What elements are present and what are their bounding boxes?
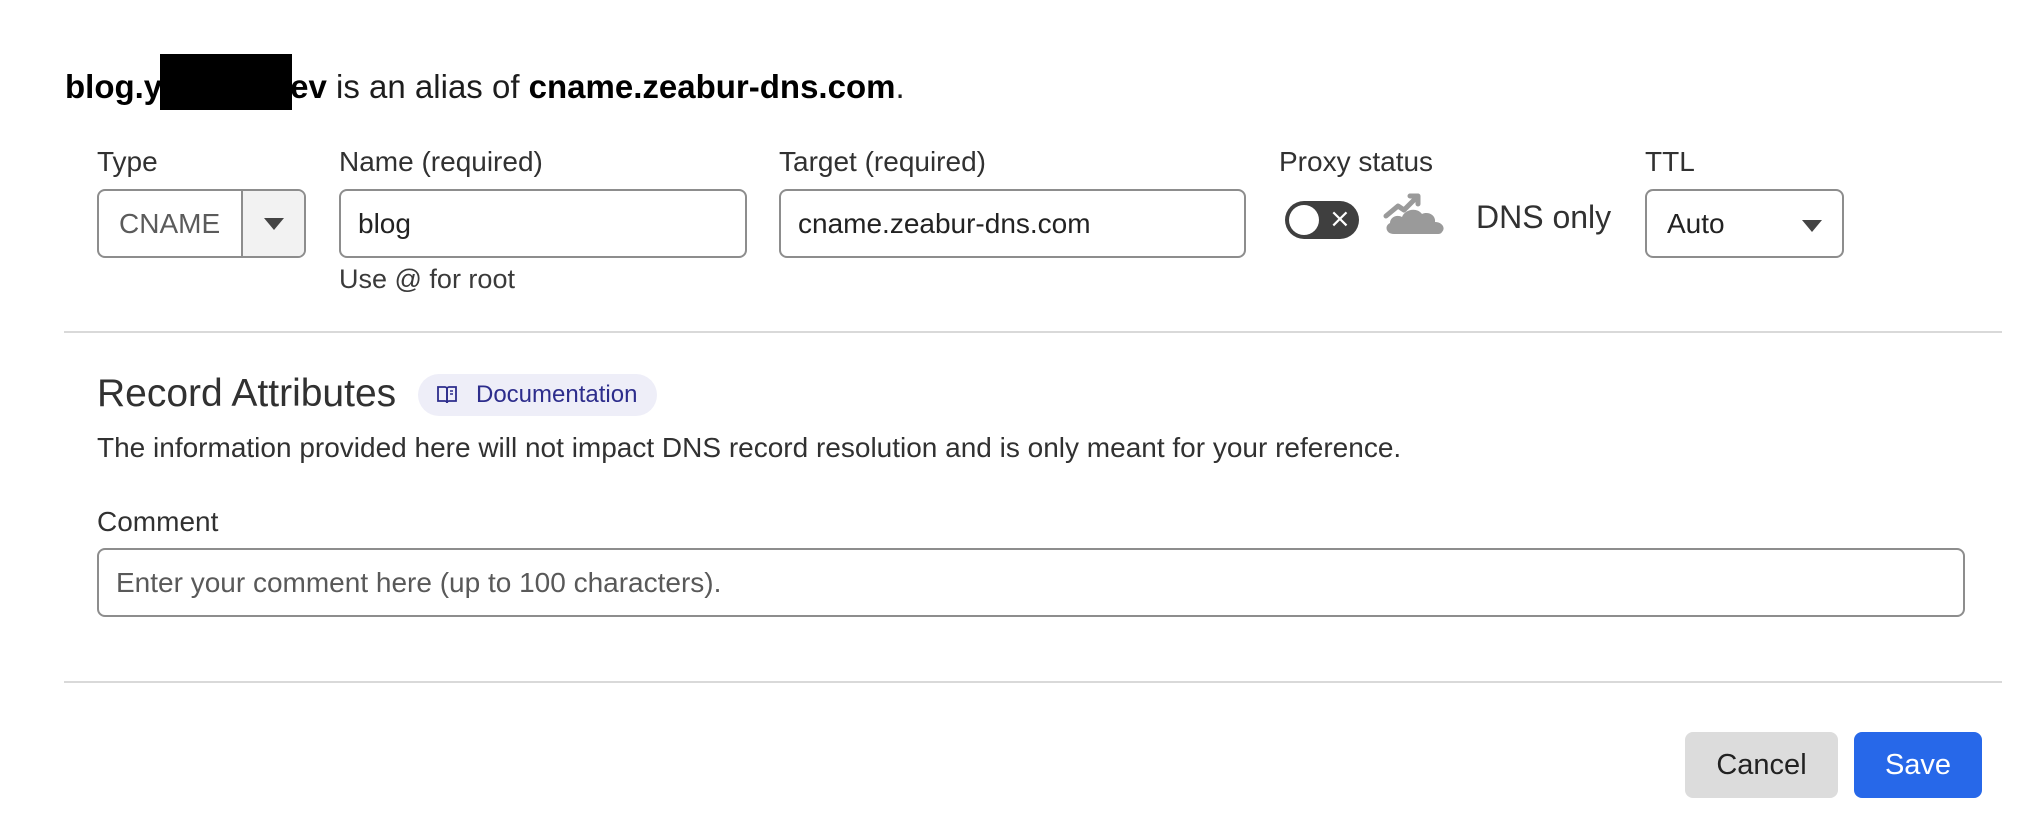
- name-input-value: blog: [358, 207, 411, 239]
- ttl-label: TTL: [1645, 146, 1695, 177]
- save-button[interactable]: Save: [1854, 732, 1982, 798]
- chevron-down-icon: [1802, 220, 1822, 232]
- alias-host-prefix: blog.y: [65, 68, 163, 105]
- target-input-value: cname.zeabur-dns.com: [798, 207, 1091, 239]
- documentation-label: Documentation: [476, 381, 638, 408]
- type-select[interactable]: CNAME: [97, 189, 306, 258]
- documentation-link[interactable]: Documentation: [418, 374, 658, 416]
- type-select-toggle[interactable]: [243, 191, 304, 256]
- divider-top: [64, 331, 2002, 333]
- name-input[interactable]: blog: [339, 189, 747, 258]
- comment-label: Comment: [97, 506, 219, 537]
- ttl-select[interactable]: Auto: [1645, 189, 1844, 258]
- alias-host-suffix: ev: [290, 68, 327, 105]
- close-icon: ×: [1329, 204, 1351, 234]
- book-icon: [437, 386, 457, 404]
- alias-summary: blog.y ev is an alias of cname.zeabur-dns…: [65, 54, 905, 111]
- name-hint: Use @ for root: [339, 264, 515, 294]
- cancel-button[interactable]: Cancel: [1685, 732, 1838, 798]
- cloud-bypass-icon: [1383, 193, 1444, 234]
- type-label: Type: [97, 146, 158, 177]
- proxy-status-text: DNS only: [1476, 199, 1612, 235]
- divider-bottom: [64, 681, 2002, 683]
- alias-middle-text: is an alias of: [326, 68, 529, 105]
- chevron-down-icon: [263, 217, 284, 230]
- section-description: The information provided here will not i…: [97, 432, 1402, 463]
- type-select-value: CNAME: [119, 207, 221, 239]
- ttl-select-value: Auto: [1667, 207, 1725, 239]
- alias-end: .: [895, 68, 905, 105]
- section-title: Record Attributes: [97, 372, 397, 415]
- target-input[interactable]: cname.zeabur-dns.com: [779, 189, 1246, 258]
- proxy-toggle-knob: [1289, 205, 1319, 235]
- alias-target: cname.zeabur-dns.com: [528, 68, 896, 105]
- comment-field[interactable]: [97, 548, 1965, 617]
- comment-input[interactable]: [116, 566, 1963, 599]
- target-label: Target (required): [779, 146, 986, 177]
- redaction-block: [160, 54, 293, 111]
- proxy-status-label: Proxy status: [1279, 146, 1434, 177]
- proxy-toggle[interactable]: ×: [1285, 201, 1359, 239]
- name-label: Name (required): [339, 146, 543, 177]
